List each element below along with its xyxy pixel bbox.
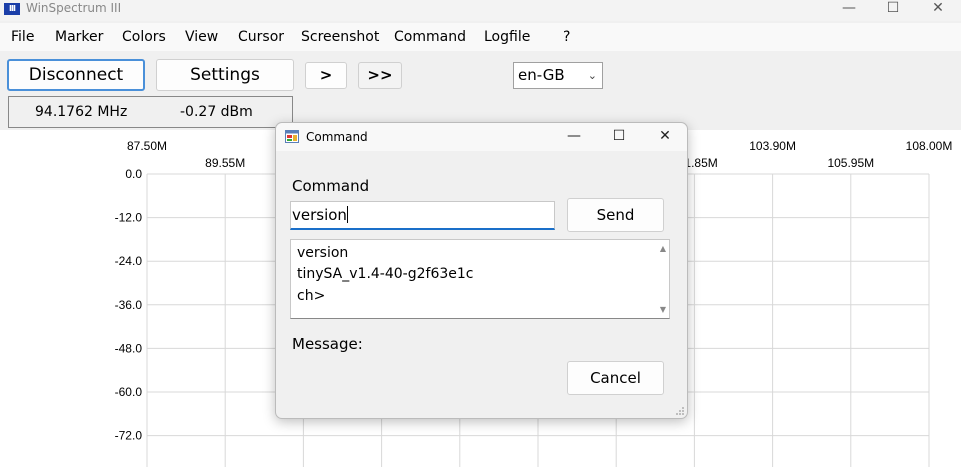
y-tick-label: -12.0 bbox=[115, 211, 143, 225]
y-tick-label: -72.0 bbox=[115, 429, 143, 443]
menu-logfile[interactable]: Logfile bbox=[484, 29, 530, 45]
command-input-value: version bbox=[292, 206, 347, 224]
y-tick-label: -24.0 bbox=[115, 254, 143, 268]
app-icon: III bbox=[4, 3, 20, 15]
y-tick-label: 0.0 bbox=[125, 167, 142, 181]
x-tick-label: 89.55M bbox=[205, 156, 245, 170]
settings-button[interactable]: Settings bbox=[156, 59, 294, 91]
dialog-title: Command bbox=[306, 130, 368, 144]
disconnect-button[interactable]: Disconnect bbox=[7, 59, 145, 91]
command-output[interactable]: version tinySA_v1.4-40-g2f63e1c ch> ▲ ▼ bbox=[290, 239, 670, 319]
menu-bar: File Marker Colors View Cursor Screensho… bbox=[0, 23, 961, 51]
chevron-down-icon: ⌄ bbox=[587, 69, 597, 82]
x-tick-label: 105.95M bbox=[827, 156, 874, 170]
menu-command[interactable]: Command bbox=[394, 29, 466, 45]
dialog-maximize-button[interactable]: ☐ bbox=[604, 126, 634, 148]
frequency-readout: 94.1762 MHz bbox=[35, 104, 128, 120]
scroll-up-icon[interactable]: ▲ bbox=[660, 244, 666, 253]
send-button[interactable]: Send bbox=[567, 198, 664, 232]
menu-file[interactable]: File bbox=[11, 29, 34, 45]
dialog-close-button[interactable]: ✕ bbox=[650, 126, 680, 148]
x-tick-label: 87.50M bbox=[127, 139, 167, 153]
dialog-title-bar: Command — ☐ ✕ bbox=[276, 123, 687, 151]
command-label: Command bbox=[292, 177, 370, 195]
menu-marker[interactable]: Marker bbox=[55, 29, 103, 45]
language-select[interactable]: en-GB ⌄ bbox=[513, 62, 603, 89]
menu-view[interactable]: View bbox=[185, 29, 218, 45]
resize-grip-icon[interactable] bbox=[675, 406, 685, 416]
command-dialog: Command — ☐ ✕ Command version Send versi… bbox=[275, 122, 688, 419]
output-line: tinySA_v1.4-40-g2f63e1c bbox=[297, 266, 474, 282]
cancel-button[interactable]: Cancel bbox=[567, 361, 664, 395]
marker-readout: 94.1762 MHz -0.27 dBm bbox=[8, 96, 293, 128]
close-button[interactable]: ✕ bbox=[915, 0, 961, 21]
level-readout: -0.27 dBm bbox=[180, 104, 253, 120]
output-line: ch> bbox=[297, 288, 326, 304]
command-input[interactable]: version bbox=[290, 201, 555, 230]
next-button[interactable]: > bbox=[305, 62, 347, 89]
message-label: Message: bbox=[292, 335, 363, 353]
fast-next-button[interactable]: >> bbox=[358, 62, 402, 89]
app-title: WinSpectrum III bbox=[26, 1, 122, 15]
y-tick-label: -60.0 bbox=[115, 385, 143, 399]
output-line: version bbox=[297, 245, 349, 261]
form-icon bbox=[285, 130, 299, 143]
language-value: en-GB bbox=[518, 66, 565, 84]
menu-help[interactable]: ? bbox=[563, 29, 570, 45]
y-tick-label: -36.0 bbox=[115, 298, 143, 312]
y-tick-label: -48.0 bbox=[115, 341, 143, 355]
x-tick-label: 103.90M bbox=[749, 139, 796, 153]
menu-cursor[interactable]: Cursor bbox=[238, 29, 284, 45]
maximize-button[interactable]: ☐ bbox=[870, 0, 916, 21]
menu-screenshot[interactable]: Screenshot bbox=[301, 29, 379, 45]
menu-colors[interactable]: Colors bbox=[122, 29, 166, 45]
scroll-down-icon[interactable]: ▼ bbox=[660, 305, 666, 314]
minimize-button[interactable]: — bbox=[826, 0, 872, 21]
x-tick-label: 108.00M bbox=[906, 139, 953, 153]
title-bar: III WinSpectrum III — ☐ ✕ bbox=[0, 0, 961, 21]
text-caret bbox=[346, 206, 348, 223]
dialog-minimize-button[interactable]: — bbox=[559, 126, 589, 148]
